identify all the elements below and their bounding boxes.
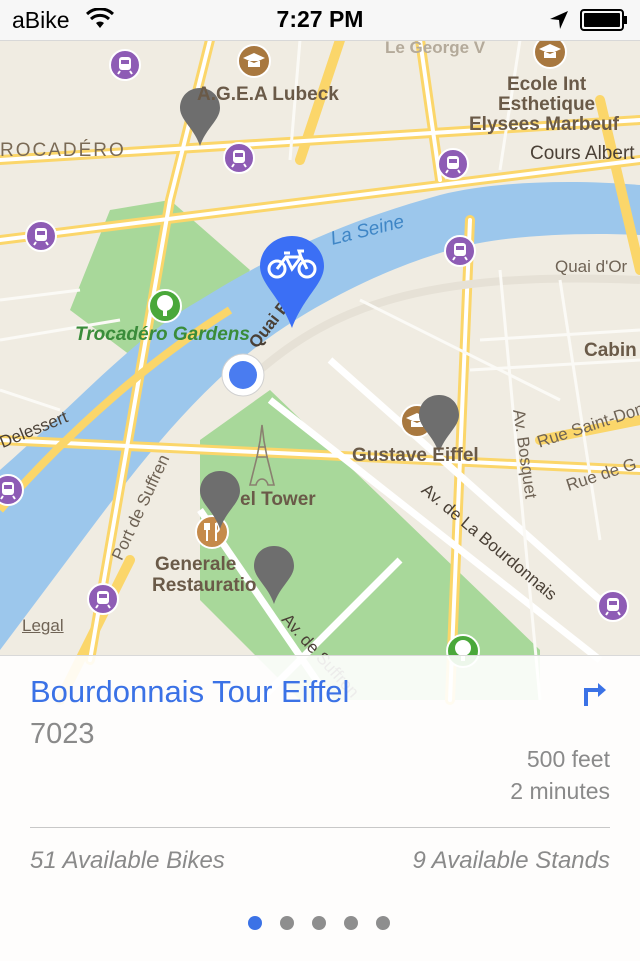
map-label: Restauratio — [152, 575, 257, 596]
station-info-card[interactable]: Bourdonnais Tour Eiffel 7023 500 feet 2 … — [0, 655, 640, 961]
page-dot[interactable] — [312, 916, 326, 930]
metro-station-icon — [109, 49, 141, 81]
park-tree-icon — [148, 289, 182, 323]
page-dot[interactable] — [376, 916, 390, 930]
metro-station-icon — [87, 583, 119, 615]
map-label: Elysees Marbeuf — [469, 114, 619, 135]
selected-bike-station-pin[interactable] — [258, 234, 326, 330]
map-label: Esthetique — [498, 94, 596, 115]
map-label: Trocadéro Gardens — [75, 324, 250, 345]
location-services-icon — [550, 11, 568, 29]
map-label: A.G.E.A Lubeck — [197, 84, 339, 105]
map-label: Quai d'Or — [555, 257, 628, 276]
metro-station-icon — [597, 590, 629, 622]
bike-station-pin[interactable] — [198, 469, 242, 531]
map-label: Generale — [155, 554, 237, 575]
station-distance: 500 feet — [526, 746, 610, 772]
map-label: Cours Albert — [530, 143, 635, 164]
directions-icon[interactable] — [580, 678, 610, 708]
available-stands: 9 Available Stands — [412, 847, 610, 874]
page-dot[interactable] — [344, 916, 358, 930]
available-bikes: 51 Available Bikes — [30, 847, 225, 874]
legal-link[interactable]: Legal — [22, 616, 64, 636]
metro-station-icon — [437, 148, 469, 180]
map-label: Gustave Eiffel — [352, 445, 479, 466]
eiffel-tower-icon — [248, 424, 276, 486]
clock: 7:27 PM — [276, 6, 364, 32]
map-label: el Tower — [240, 489, 316, 510]
status-bar: aBike 7:27 PM — [0, 0, 640, 41]
bike-station-pin[interactable] — [252, 544, 296, 606]
battery-icon — [580, 9, 627, 31]
map-label: Cabin — [584, 340, 637, 361]
page-dot[interactable] — [248, 916, 262, 930]
school-icon — [237, 44, 271, 78]
page-dot[interactable] — [280, 916, 294, 930]
map-label: Le George V — [385, 40, 486, 57]
map-label: Ecole Int — [507, 74, 587, 95]
map-label: ROCADÉRO — [0, 140, 126, 161]
school-icon — [533, 40, 567, 69]
metro-station-icon — [223, 142, 255, 174]
walk-duration: 2 minutes — [510, 778, 610, 804]
metro-station-icon — [0, 474, 24, 506]
page-indicator[interactable] — [248, 916, 408, 932]
user-location-dot — [221, 353, 265, 397]
divider — [30, 827, 610, 828]
metro-station-icon — [444, 235, 476, 267]
metro-station-icon — [25, 220, 57, 252]
station-name: Bourdonnais Tour Eiffel — [30, 674, 350, 709]
station-id: 7023 — [30, 718, 95, 750]
